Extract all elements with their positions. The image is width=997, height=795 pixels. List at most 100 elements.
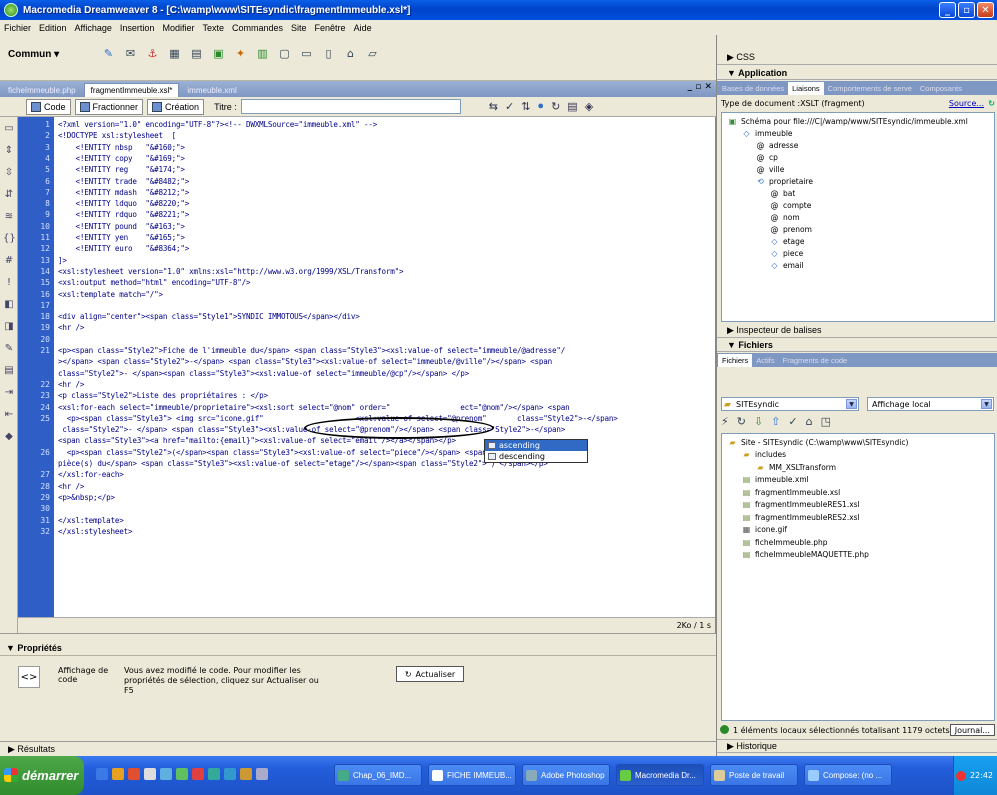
explorer-icon[interactable]: [160, 768, 172, 780]
results-panel-header[interactable]: ▶ Résultats: [0, 741, 716, 756]
email-link-icon[interactable]: ✉: [122, 45, 139, 62]
code-line[interactable]: <!ENTITY reg "&#174;">: [58, 164, 185, 175]
taskbar-item-photoshop[interactable]: Adobe Photoshop: [522, 764, 610, 786]
app-icon[interactable]: [224, 768, 236, 780]
indent-icon[interactable]: ⇥: [3, 387, 15, 399]
media-icon[interactable]: ✦: [232, 45, 249, 62]
files-panel-header[interactable]: ▼ Fichiers: [717, 338, 997, 352]
css-panel-header[interactable]: ▶ CSS: [717, 51, 997, 65]
code-editor[interactable]: <?xml version="1.0" encoding="UTF-8"?><!…: [58, 117, 708, 617]
code-line[interactable]: <!ENTITY trade "&#8482;">: [58, 176, 189, 187]
tree-node[interactable]: ▤ immeuble.xml: [742, 475, 809, 485]
app-icon[interactable]: [192, 768, 204, 780]
tab-databases[interactable]: Bases de données: [718, 82, 788, 95]
close-button[interactable]: ✕: [977, 2, 994, 18]
script-icon[interactable]: ⌂: [342, 45, 359, 62]
taskbar-item-fiche-immeuble[interactable]: FICHE IMMEUB...: [428, 764, 516, 786]
tab-snippets[interactable]: Fragments de code: [779, 354, 852, 367]
tab-assets[interactable]: Actifs: [752, 354, 778, 367]
tree-node[interactable]: ▰ includes: [742, 450, 786, 460]
tree-node[interactable]: ▦ icone.gif: [742, 525, 787, 535]
menu-edition[interactable]: Edition: [39, 23, 67, 33]
taskbar-item-compose[interactable]: Compose: (no ...: [804, 764, 892, 786]
code-line[interactable]: <hr />: [58, 322, 84, 333]
tree-node[interactable]: @ adresse: [756, 140, 799, 150]
template-icon[interactable]: ▱: [364, 45, 381, 62]
title-input[interactable]: [240, 99, 461, 114]
tree-node[interactable]: ▰ Site - SITEsyndic (C:\wamp\www\SITEsynd…: [728, 437, 908, 447]
tree-node[interactable]: ▣ Schéma pour file:///C|/wamp/www/SITEsyn…: [728, 116, 968, 126]
insert-category-dropdown[interactable]: Commun ▾: [8, 49, 59, 60]
server-include-icon[interactable]: ▢: [276, 45, 293, 62]
apply-comment-icon[interactable]: ◧: [3, 299, 15, 311]
media-player-icon[interactable]: [112, 768, 124, 780]
menu-site[interactable]: Site: [291, 23, 307, 33]
view-select[interactable]: Affichage local ▼: [867, 397, 994, 411]
tree-node[interactable]: ◇ etage: [770, 236, 804, 246]
tab-files[interactable]: Fichiers: [718, 353, 753, 367]
line-numbers-icon[interactable]: #: [3, 255, 15, 267]
tree-node[interactable]: ⟲ proprietaire: [756, 176, 813, 186]
image-icon[interactable]: ▣: [210, 45, 227, 62]
code-line[interactable]: <div align="center"><span class="Style1"…: [58, 311, 360, 322]
split-view-button[interactable]: Fractionner: [74, 98, 144, 115]
highlight-invalid-icon[interactable]: !: [3, 277, 15, 289]
code-line[interactable]: <xsl:stylesheet version="1.0" xmlns:xsl=…: [58, 266, 404, 277]
code-view-button[interactable]: Code: [26, 98, 71, 115]
select-parent-icon[interactable]: ≋: [3, 211, 15, 223]
tree-node[interactable]: ▤ fragmentImmeubleRES2.xsl: [742, 512, 860, 522]
code-line[interactable]: <!ENTITY euro "&#8364;">: [58, 243, 189, 254]
code-line[interactable]: <hr />: [58, 379, 84, 390]
tab-bindings[interactable]: Liaisons: [788, 81, 824, 95]
code-line[interactable]: class="Style2">- </span><span class="Sty…: [58, 368, 469, 379]
menu-fenetre[interactable]: Fenêtre: [315, 23, 346, 33]
comment-icon[interactable]: ▭: [298, 45, 315, 62]
hyperlink-icon[interactable]: ✎: [100, 45, 117, 62]
tab-fiche-immeuble[interactable]: ficheImmeuble.php: [2, 83, 82, 97]
code-line[interactable]: <hr />: [58, 481, 84, 492]
recent-snippets-icon[interactable]: ▤: [3, 365, 15, 377]
app-icon[interactable]: [208, 768, 220, 780]
code-line[interactable]: pièce(s) du</span> <span class="Style3">…: [58, 458, 548, 469]
code-line[interactable]: <xsl:for-each select="immeuble/proprieta…: [58, 402, 570, 413]
tree-node[interactable]: @ ville: [756, 164, 785, 174]
tree-node[interactable]: @ compte: [770, 200, 812, 210]
table-icon[interactable]: ▦: [166, 45, 183, 62]
code-line[interactable]: <!ENTITY ldquo "&#8220;">: [58, 198, 189, 209]
date-icon[interactable]: ▥: [254, 45, 271, 62]
history-panel-header[interactable]: ▶ Historique: [717, 739, 997, 753]
app-icon[interactable]: [176, 768, 188, 780]
check-out-icon[interactable]: ✓: [788, 415, 797, 428]
app-icon[interactable]: [240, 768, 252, 780]
tab-fragment-immeuble[interactable]: fragmentImmeuble.xsl*: [83, 83, 180, 97]
menu-fichier[interactable]: Fichier: [4, 23, 31, 33]
menu-affichage[interactable]: Affichage: [75, 23, 112, 33]
tree-node[interactable]: ▤ ficheImmeuble.php: [742, 537, 828, 547]
tree-node[interactable]: ◇ piece: [770, 248, 803, 258]
check-in-icon[interactable]: ⌂: [806, 415, 813, 428]
menu-aide[interactable]: Aide: [354, 23, 372, 33]
refresh-button[interactable]: ↻ Actualiser: [396, 666, 464, 682]
document-window-controls[interactable]: _ ▫ ✕: [688, 82, 712, 92]
view-options-icon[interactable]: ▤: [567, 100, 577, 113]
restore-button[interactable]: ▫: [958, 2, 975, 18]
visual-aids-icon[interactable]: ◈: [585, 100, 593, 113]
file-management-icon[interactable]: ⇅: [521, 100, 530, 113]
tray-icon[interactable]: [955, 770, 966, 781]
design-view-button[interactable]: Création: [147, 98, 205, 115]
source-link[interactable]: Source...: [949, 99, 984, 108]
code-hint-ascending[interactable]: ascending: [485, 440, 587, 451]
code-line[interactable]: <!ENTITY mdash "&#8212;">: [58, 187, 189, 198]
firefox-icon[interactable]: [128, 768, 140, 780]
minimize-button[interactable]: _: [939, 2, 956, 18]
validate-icon[interactable]: ⇆: [489, 100, 498, 113]
tree-node[interactable]: ◇ immeuble: [742, 128, 792, 138]
menu-commandes[interactable]: Commandes: [232, 23, 283, 33]
tree-node[interactable]: ▤ ficheImmeubleMAQUETTE.php: [742, 550, 869, 560]
taskbar-item-chap06[interactable]: Chap_06_IMD...: [334, 764, 422, 786]
code-line[interactable]: <!ENTITY yen "&#165;">: [58, 232, 185, 243]
code-line[interactable]: <xsl:template match="/">: [58, 289, 163, 300]
start-button[interactable]: démarrer: [0, 756, 84, 795]
tree-node[interactable]: ▰ MM_XSLTransform: [756, 462, 836, 472]
code-line[interactable]: <!DOCTYPE xsl:stylesheet [: [58, 130, 176, 141]
